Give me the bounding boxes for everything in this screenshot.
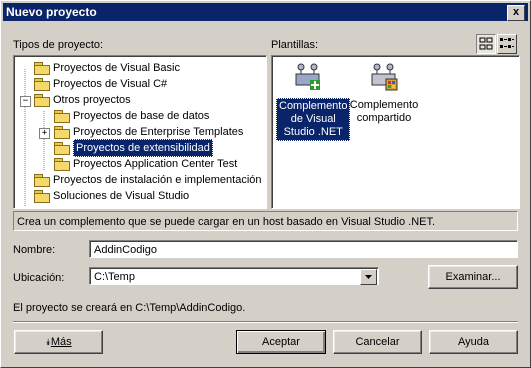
new-project-dialog: Nuevo proyecto x Tipos de proyecto: Plan… — [0, 0, 531, 368]
close-button[interactable]: x — [507, 5, 525, 21]
tree-item-label: Proyectos Application Center Test — [73, 158, 238, 170]
location-label: Ubicación: — [13, 272, 65, 284]
tree-item-label: Proyectos de Visual C# — [53, 78, 168, 90]
folder-icon — [34, 190, 50, 203]
templates-list[interactable]: Complemento de Visual Studio .NET Comple… — [271, 55, 520, 209]
close-icon: x — [512, 6, 520, 18]
folder-icon — [34, 62, 50, 75]
tree-item-setup-deployment[interactable]: Proyectos de instalación e implementació… — [34, 172, 262, 188]
location-combobox[interactable]: C:\Temp — [89, 267, 379, 285]
help-button[interactable]: Ayuda — [429, 330, 518, 354]
template-label-selected: Complemento de Visual Studio .NET — [276, 98, 351, 141]
tree-item-label: Proyectos de instalación e implementació… — [53, 174, 262, 186]
project-types-label: Tipos de proyecto: — [13, 39, 104, 51]
tree-item-other-projects[interactable]: Otros proyectos — [34, 92, 131, 108]
cancel-button[interactable]: Cancelar — [333, 330, 422, 354]
tree-item-label: Proyectos de base de datos — [73, 110, 210, 122]
template-description: Crea un complemento que se puede cargar … — [13, 211, 518, 231]
template-label: Complemento compartido — [349, 99, 419, 124]
folder-open-icon — [54, 142, 70, 155]
tree-item-label: Proyectos de Visual Basic — [53, 62, 180, 74]
large-icons-view-button[interactable] — [476, 34, 496, 54]
divider — [13, 321, 518, 323]
dropdown-button[interactable] — [360, 269, 377, 285]
tree-item-vs-solutions[interactable]: Soluciones de Visual Studio — [34, 188, 189, 204]
title-bar[interactable]: Nuevo proyecto x — [3, 3, 528, 21]
tree-item-label: Soluciones de Visual Studio — [53, 190, 190, 202]
collapse-icon[interactable]: − — [20, 96, 31, 107]
chevron-down-icon — [365, 275, 372, 279]
tree-item-label: Otros proyectos — [53, 94, 131, 106]
expand-icon[interactable]: + — [39, 128, 50, 139]
folder-icon — [34, 174, 50, 187]
folder-icon — [54, 110, 70, 123]
small-icons-icon — [500, 38, 514, 48]
tree-item-application-center-test[interactable]: Proyectos Application Center Test — [54, 156, 237, 172]
tree-item-label-selected: Proyectos de extensibilidad — [73, 139, 213, 157]
addin-vsnet-icon — [295, 63, 320, 90]
tree-item-extensibility[interactable]: Proyectos de extensibilidad — [54, 139, 213, 157]
folder-icon — [34, 78, 50, 91]
name-input[interactable]: AddinCodigo — [89, 240, 518, 258]
project-path-status: El proyecto se creará en C:\Temp\AddinCo… — [13, 302, 246, 314]
folder-open-icon — [34, 94, 50, 107]
folder-icon — [54, 126, 70, 139]
browse-button[interactable]: Examinar... — [428, 265, 518, 289]
tree-item-label: Proyectos de Enterprise Templates — [73, 126, 244, 138]
template-label: Complemento de Visual Studio .NET — [276, 98, 351, 141]
tree-item-enterprise-templates[interactable]: Proyectos de Enterprise Templates — [54, 124, 243, 140]
window-title: Nuevo proyecto — [6, 5, 97, 19]
tree-item-visual-basic[interactable]: Proyectos de Visual Basic — [34, 60, 180, 76]
more-button[interactable]: ⯯Más — [14, 330, 103, 354]
large-icons-icon — [479, 37, 493, 50]
project-types-tree[interactable]: Proyectos de Visual Basic Proyectos de V… — [13, 55, 267, 209]
name-label: Nombre: — [13, 244, 56, 256]
more-label: Más — [50, 336, 72, 348]
location-value: C:\Temp — [94, 271, 135, 283]
tree-item-visual-csharp[interactable]: Proyectos de Visual C# — [34, 76, 167, 92]
folder-icon — [54, 158, 70, 171]
templates-label: Plantillas: — [271, 39, 319, 51]
small-icons-view-button[interactable] — [497, 34, 517, 54]
tree-item-database[interactable]: Proyectos de base de datos — [54, 108, 209, 124]
accept-button[interactable]: Aceptar — [236, 330, 326, 354]
shared-addin-icon — [371, 63, 398, 91]
